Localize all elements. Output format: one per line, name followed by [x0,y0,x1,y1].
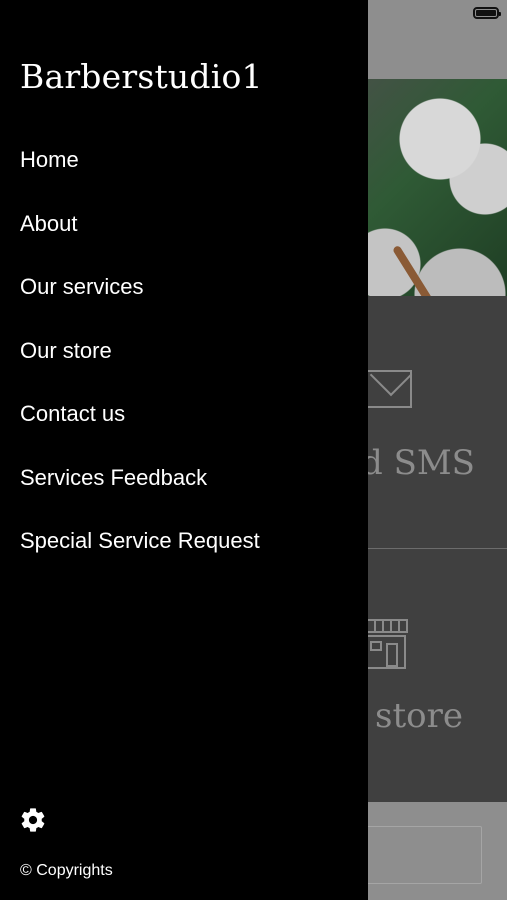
navigation-drawer: Barberstudio1 Home About Our services Ou… [0,0,368,900]
menu-item-our-services[interactable]: Our services [0,255,368,319]
copyright-text: © Copyrights [20,862,113,879]
sms-tile-label: d SMS [361,443,475,483]
battery-icon [473,7,501,19]
menu-item-home[interactable]: Home [0,128,368,192]
drawer-menu: Home About Our services Our store Contac… [0,128,368,573]
gear-icon[interactable] [19,806,47,834]
drawer-title: Barberstudio1 [20,57,263,96]
menu-item-about[interactable]: About [0,192,368,256]
menu-item-contact-us[interactable]: Contact us [0,382,368,446]
menu-item-our-store[interactable]: Our store [0,319,368,383]
store-tile-label: store [375,696,463,736]
menu-item-services-feedback[interactable]: Services Feedback [0,446,368,510]
bottom-input-box[interactable] [360,826,482,884]
storefront-icon [364,619,408,669]
menu-item-special-service-request[interactable]: Special Service Request [0,509,368,573]
envelope-icon [366,370,412,408]
